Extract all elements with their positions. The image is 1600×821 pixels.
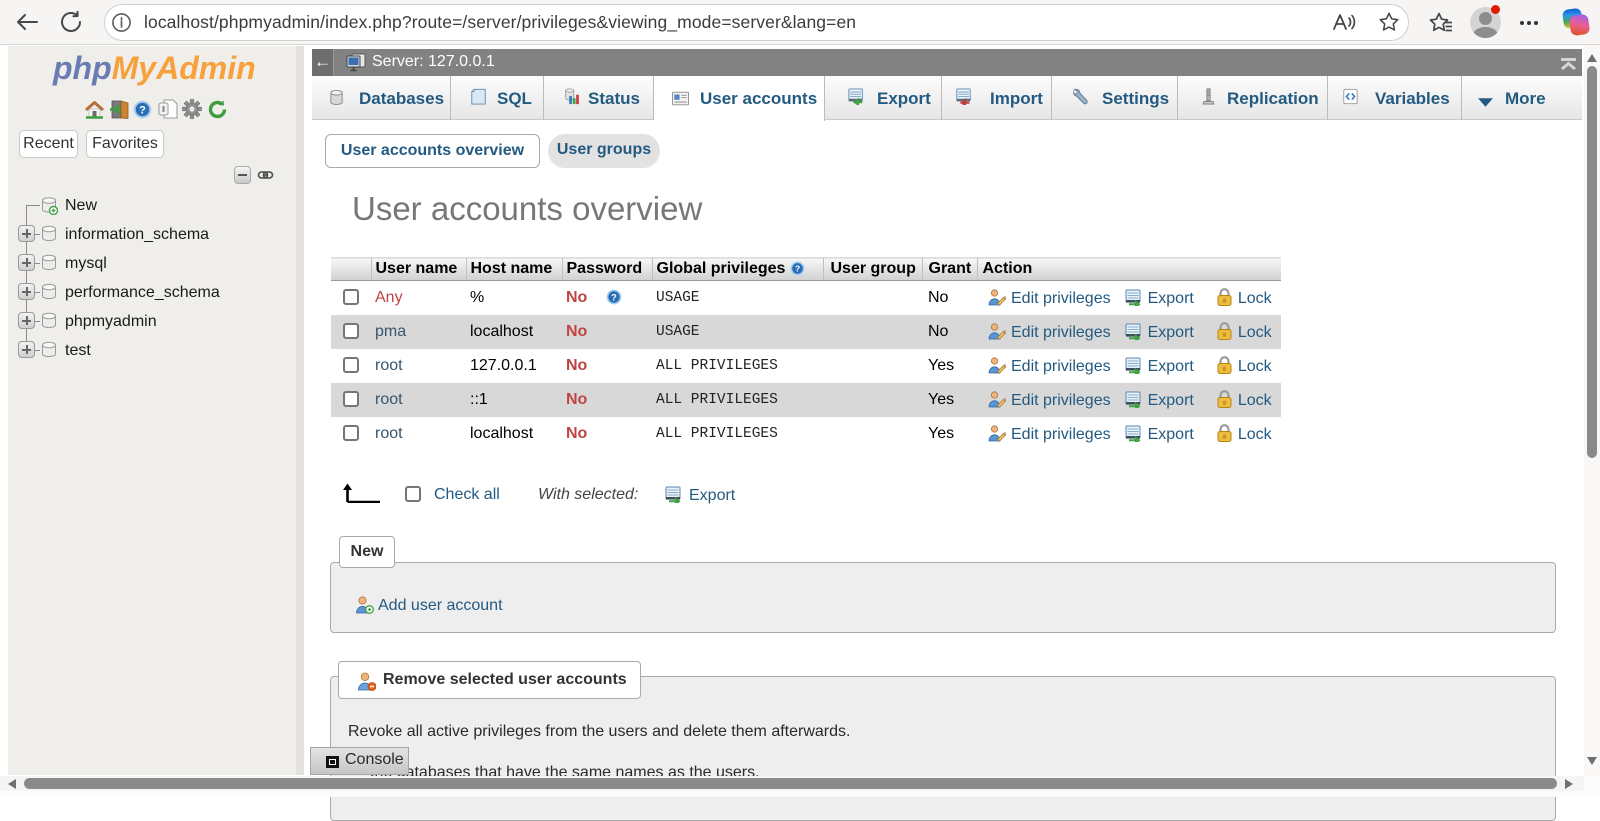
svg-text:?: ? [795, 264, 800, 274]
svg-text:?: ? [611, 293, 617, 303]
svg-text:?: ? [139, 104, 146, 116]
